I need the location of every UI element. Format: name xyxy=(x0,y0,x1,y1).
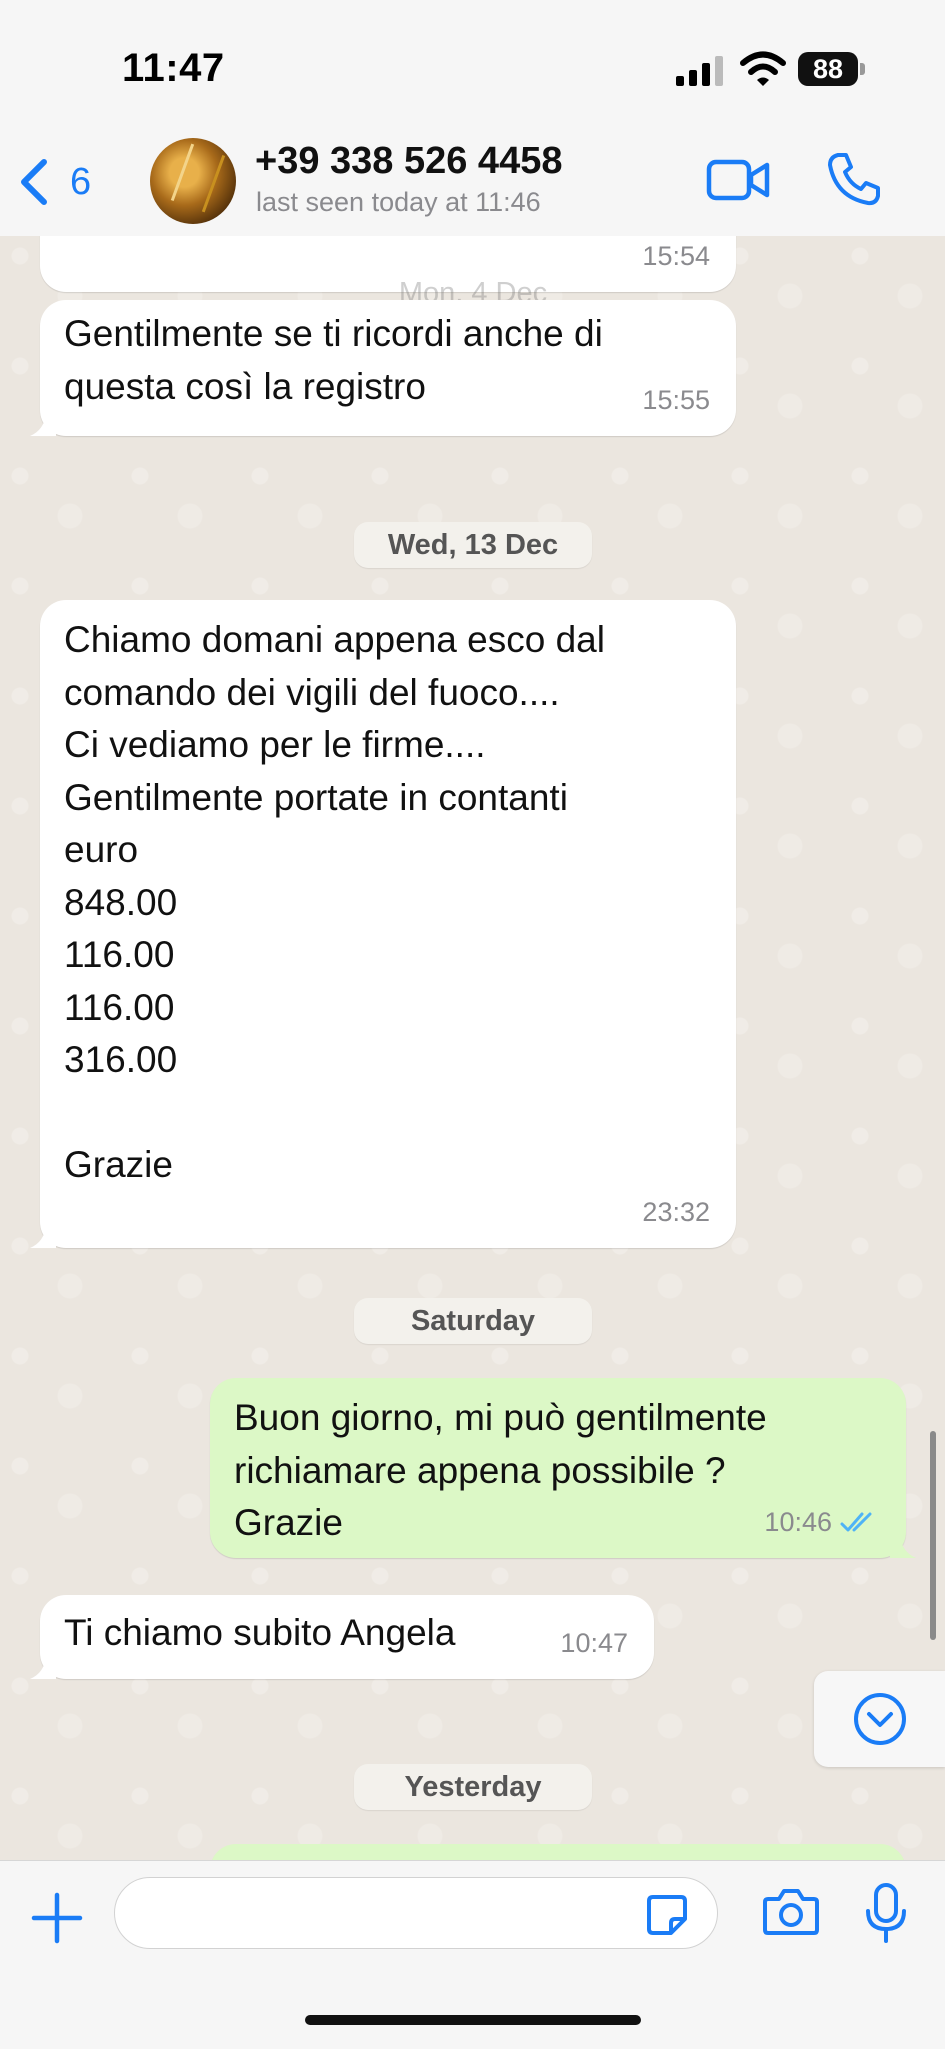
message-bubble[interactable]: Ti chiamo subito Angela 10:47 xyxy=(30,1595,654,1679)
chevron-left-icon xyxy=(21,159,47,205)
message-time: 15:54 xyxy=(642,240,710,271)
chevron-down-circle-icon xyxy=(854,1693,906,1745)
message-bubble[interactable] xyxy=(210,1844,906,1860)
microphone-icon[interactable] xyxy=(864,1883,908,1943)
scrollbar[interactable] xyxy=(930,1431,936,1640)
video-call-icon[interactable] xyxy=(706,155,770,205)
message-text: Buon giorno, mi può gentilmente richiama… xyxy=(234,1397,767,1543)
cellular-signal-icon xyxy=(676,56,723,86)
back-button[interactable]: 6 xyxy=(18,157,91,207)
date-separator: Wed, 13 Dec xyxy=(354,522,592,568)
message-time: 10:46 xyxy=(764,1496,880,1549)
contact-name[interactable]: +39 338 526 4458 xyxy=(255,140,562,183)
message-time: 15:55 xyxy=(642,384,710,415)
phone-call-icon[interactable] xyxy=(826,151,882,207)
wifi-icon xyxy=(740,51,786,86)
message-text: Chiamo domani appena esco dal comando de… xyxy=(64,619,605,1185)
message-bubble[interactable]: Gentilmente se ti ricordi anche di quest… xyxy=(30,300,736,436)
message-text: Ti chiamo subito Angela xyxy=(64,1612,456,1653)
home-indicator[interactable] xyxy=(305,2015,641,2025)
message-time: 10:47 xyxy=(560,1627,628,1658)
battery-icon: 88 xyxy=(798,52,866,86)
composer-bar xyxy=(0,1860,945,2049)
message-input[interactable] xyxy=(114,1877,718,1949)
last-seen-status: last seen today at 11:46 xyxy=(256,187,541,217)
chat-header: 6 +39 338 526 4458 last seen today at 11… xyxy=(0,135,945,237)
date-separator: Yesterday xyxy=(354,1764,592,1810)
message-bubble[interactable]: Buon giorno, mi può gentilmente richiama… xyxy=(210,1378,916,1558)
avatar[interactable] xyxy=(150,138,236,224)
sticker-icon[interactable] xyxy=(645,1893,689,1937)
camera-icon[interactable] xyxy=(762,1887,820,1937)
read-receipt-icon xyxy=(840,1512,872,1532)
battery-level: 88 xyxy=(798,52,858,86)
message-text: Gentilmente se ti ricordi anche di quest… xyxy=(64,313,603,407)
date-separator: Saturday xyxy=(354,1298,592,1344)
status-time: 11:47 xyxy=(122,46,225,90)
unread-count: 6 xyxy=(70,160,92,203)
scroll-to-bottom-button[interactable] xyxy=(814,1671,945,1767)
message-bubble[interactable]: Chiamo domani appena esco dal comando de… xyxy=(30,600,736,1248)
plus-icon[interactable] xyxy=(30,1891,84,1945)
message-time: 23:32 xyxy=(642,1196,710,1227)
status-bar: 11:47 88 xyxy=(0,0,945,135)
chat-area[interactable]: 15:54 Mon, 4 Dec Gentilmente se ti ricor… xyxy=(0,236,945,1860)
